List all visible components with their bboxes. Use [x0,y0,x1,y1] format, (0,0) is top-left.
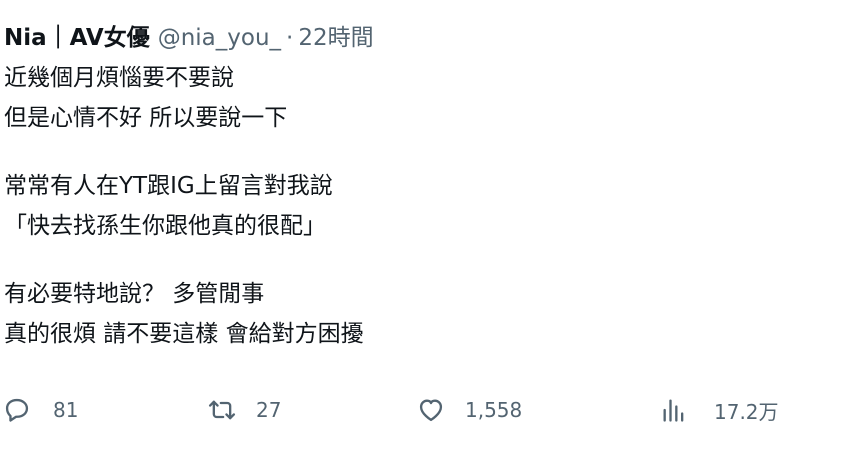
heart-icon [417,396,445,424]
like-count: 1,558 [465,398,523,422]
views-icon [660,396,688,424]
tweet-line: 真的很煩 請不要這樣 會給對方困擾 [4,321,364,347]
action-bar: 81 27 1,558 17.2万 [0,390,850,430]
reply-icon [3,396,31,424]
separator-dot: · [286,25,294,51]
display-name[interactable]: Nia｜AV女優 [4,18,150,58]
retweet-icon [208,396,236,424]
retweet-count: 27 [256,398,282,422]
tweet-line: 但是心情不好 所以要說一下 [4,105,288,131]
tweet-line: 有必要特地說？ 多管閒事 [4,281,265,307]
tweet: Nia｜AV女優 @nia_you_ · 22時間 近幾個月煩惱要不要說 但是心… [0,0,850,450]
tweet-line: 常常有人在YT跟IG上留言對我說 [4,173,333,199]
views-count: 17.2万 [714,399,779,424]
like-button[interactable]: 1,558 [417,390,522,430]
tweet-header: Nia｜AV女優 @nia_you_ · 22時間 [4,18,374,58]
user-handle[interactable]: @nia_you_ [158,18,281,58]
tweet-text: 近幾個月煩惱要不要說 但是心情不好 所以要說一下 常常有人在YT跟IG上留言對我… [4,58,804,354]
tweet-line: 近幾個月煩惱要不要說 [4,65,234,91]
reply-button[interactable]: 81 [3,390,78,430]
timestamp[interactable]: 22時間 [298,18,373,58]
retweet-button[interactable]: 27 [208,390,281,430]
tweet-line: 「快去找孫生你跟他真的很配」 [4,213,326,239]
reply-count: 81 [53,398,79,422]
views-button[interactable]: 17.2万 [660,390,779,430]
